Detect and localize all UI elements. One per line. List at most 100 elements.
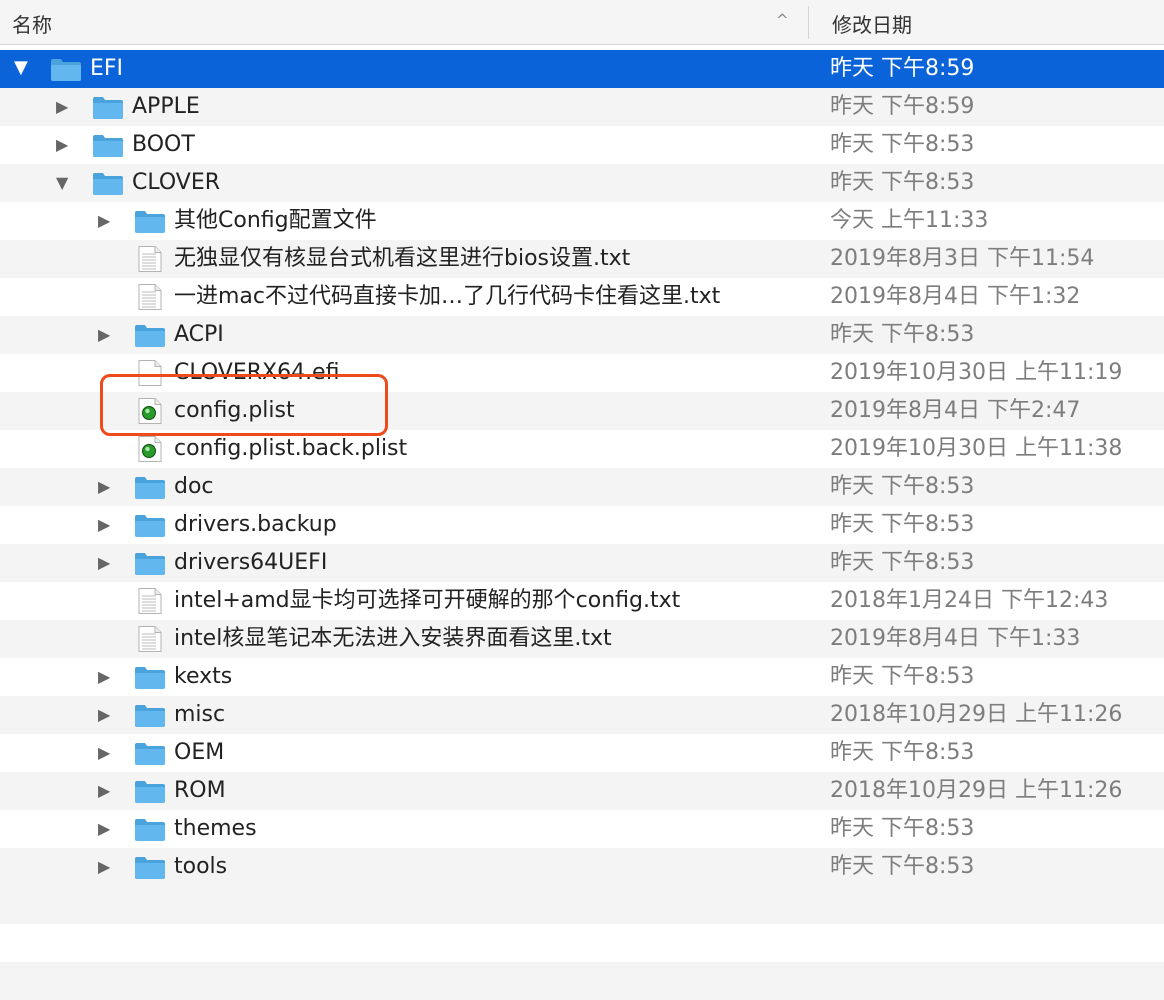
empty-row [0, 886, 1164, 924]
date-modified: 2019年8月4日 下午2:47 [830, 398, 1081, 423]
text-file-icon [134, 284, 166, 310]
folder-icon [50, 56, 82, 82]
table-row[interactable]: intel+amd显卡均可选择可开硬解的那个config.txt 2018年1月2… [0, 582, 1164, 620]
file-name: intel核显笔记本无法进入安装界面看这里.txt [174, 626, 612, 651]
file-name: 无独显仅有核显台式机看这里进行bios设置.txt [174, 246, 631, 271]
name-column-header[interactable]: 名称 [12, 9, 52, 38]
table-row[interactable]: ▶ drivers.backup 昨天 下午8:53 [0, 506, 1164, 544]
table-row[interactable]: ▶ misc 2018年10月29日 上午11:26 [0, 696, 1164, 734]
empty-row [0, 924, 1164, 962]
table-row[interactable]: ▶ OEM 昨天 下午8:53 [0, 734, 1164, 772]
column-divider[interactable] [808, 6, 809, 39]
folder-icon [134, 322, 166, 348]
date-modified: 2018年1月24日 下午12:43 [830, 588, 1109, 613]
table-row[interactable]: ▶ drivers64UEFI 昨天 下午8:53 [0, 544, 1164, 582]
folder-icon [134, 550, 166, 576]
date-modified: 2019年8月3日 下午11:54 [830, 246, 1095, 271]
disclosure-expanded-icon[interactable]: ▼ [14, 59, 28, 77]
file-name: config.plist.back.plist [174, 436, 408, 461]
table-row[interactable]: 一进mac不过代码直接卡加…了几行代码卡住看这里.txt 2019年8月4日 下午… [0, 278, 1164, 316]
date-modified: 昨天 下午8:53 [830, 474, 975, 499]
date-modified: 今天 上午11:33 [830, 208, 989, 233]
file-name: doc [174, 474, 214, 499]
file-name: drivers.backup [174, 512, 337, 537]
file-name: kexts [174, 664, 233, 689]
folder-icon [134, 702, 166, 728]
table-row[interactable]: ▶ 其他Config配置文件 今天 上午11:33 [0, 202, 1164, 240]
table-row[interactable]: 无独显仅有核显台式机看这里进行bios设置.txt 2019年8月3日 下午11:… [0, 240, 1164, 278]
config-plist-highlight-box [100, 374, 388, 436]
plist-file-icon [134, 436, 166, 462]
folder-icon [134, 778, 166, 804]
folder-icon [134, 512, 166, 538]
folder-icon [134, 208, 166, 234]
disclosure-collapsed-icon[interactable]: ▶ [98, 707, 110, 723]
date-modified-column-header[interactable]: 修改日期 [832, 9, 912, 38]
disclosure-collapsed-icon[interactable]: ▶ [98, 327, 110, 343]
date-modified: 昨天 下午8:53 [830, 132, 975, 157]
table-row[interactable]: ▶ ROM 2018年10月29日 上午11:26 [0, 772, 1164, 810]
text-file-icon [134, 246, 166, 272]
file-name: EFI [90, 56, 124, 81]
date-modified: 2019年10月30日 上午11:19 [830, 360, 1123, 385]
date-modified: 2018年10月29日 上午11:26 [830, 702, 1123, 727]
date-modified: 昨天 下午8:59 [830, 94, 975, 119]
file-name: BOOT [132, 132, 195, 157]
disclosure-collapsed-icon[interactable]: ▶ [98, 213, 110, 229]
disclosure-collapsed-icon[interactable]: ▶ [98, 821, 110, 837]
disclosure-collapsed-icon[interactable]: ▶ [98, 669, 110, 685]
column-header: 名称 ^ 修改日期 [0, 0, 1164, 45]
table-row[interactable]: ▶ ACPI 昨天 下午8:53 [0, 316, 1164, 354]
file-name: ROM [174, 778, 226, 803]
table-row[interactable]: intel核显笔记本无法进入安装界面看这里.txt 2019年8月4日 下午1:3… [0, 620, 1164, 658]
folder-icon [134, 740, 166, 766]
empty-row [0, 962, 1164, 1000]
folder-icon [92, 132, 124, 158]
date-modified: 昨天 下午8:53 [830, 664, 975, 689]
disclosure-collapsed-icon[interactable]: ▶ [56, 99, 68, 115]
date-modified: 昨天 下午8:53 [830, 854, 975, 879]
disclosure-collapsed-icon[interactable]: ▶ [98, 859, 110, 875]
file-list: ▼ EFI 昨天 下午8:59 ▶ APPLE 昨天 下午8:59 ▶ BOOT 昨天 下午8:… [0, 50, 1164, 886]
file-name: 其他Config配置文件 [174, 208, 377, 233]
folder-icon [134, 854, 166, 880]
file-name: drivers64UEFI [174, 550, 328, 575]
date-modified: 昨天 下午8:53 [830, 816, 975, 841]
selected-row[interactable]: ▼ EFI 昨天 下午8:59 [0, 50, 1164, 88]
folder-icon [134, 474, 166, 500]
file-name: ACPI [174, 322, 224, 347]
disclosure-collapsed-icon[interactable]: ▶ [98, 479, 110, 495]
table-row[interactable]: ▼ CLOVER 昨天 下午8:53 [0, 164, 1164, 202]
disclosure-collapsed-icon[interactable]: ▶ [56, 137, 68, 153]
file-name: 一进mac不过代码直接卡加…了几行代码卡住看这里.txt [174, 284, 721, 309]
date-modified: 昨天 下午8:53 [830, 322, 975, 347]
folder-icon [134, 664, 166, 690]
table-row[interactable]: ▶ kexts 昨天 下午8:53 [0, 658, 1164, 696]
table-row[interactable]: ▶ themes 昨天 下午8:53 [0, 810, 1164, 848]
date-modified: 昨天 下午8:53 [830, 512, 975, 537]
file-name: tools [174, 854, 228, 879]
disclosure-collapsed-icon[interactable]: ▶ [98, 745, 110, 761]
table-row[interactable]: ▶ APPLE 昨天 下午8:59 [0, 88, 1164, 126]
date-modified: 昨天 下午8:59 [830, 56, 975, 81]
disclosure-collapsed-icon[interactable]: ▶ [98, 783, 110, 799]
file-name: APPLE [132, 94, 200, 119]
text-file-icon [134, 588, 166, 614]
text-file-icon [134, 626, 166, 652]
date-modified: 昨天 下午8:53 [830, 170, 975, 195]
date-modified: 昨天 下午8:53 [830, 740, 975, 765]
sort-ascending-icon[interactable]: ^ [776, 11, 789, 29]
file-name: misc [174, 702, 226, 727]
date-modified: 2019年10月30日 上午11:38 [830, 436, 1123, 461]
disclosure-expanded-icon[interactable]: ▼ [56, 175, 68, 191]
table-row[interactable]: ▶ BOOT 昨天 下午8:53 [0, 126, 1164, 164]
file-name: OEM [174, 740, 225, 765]
date-modified: 2018年10月29日 上午11:26 [830, 778, 1123, 803]
table-row[interactable]: ▶ doc 昨天 下午8:53 [0, 468, 1164, 506]
disclosure-collapsed-icon[interactable]: ▶ [98, 555, 110, 571]
folder-icon [92, 94, 124, 120]
folder-icon [92, 170, 124, 196]
table-row[interactable]: ▶ tools 昨天 下午8:53 [0, 848, 1164, 886]
folder-icon [134, 816, 166, 842]
disclosure-collapsed-icon[interactable]: ▶ [98, 517, 110, 533]
